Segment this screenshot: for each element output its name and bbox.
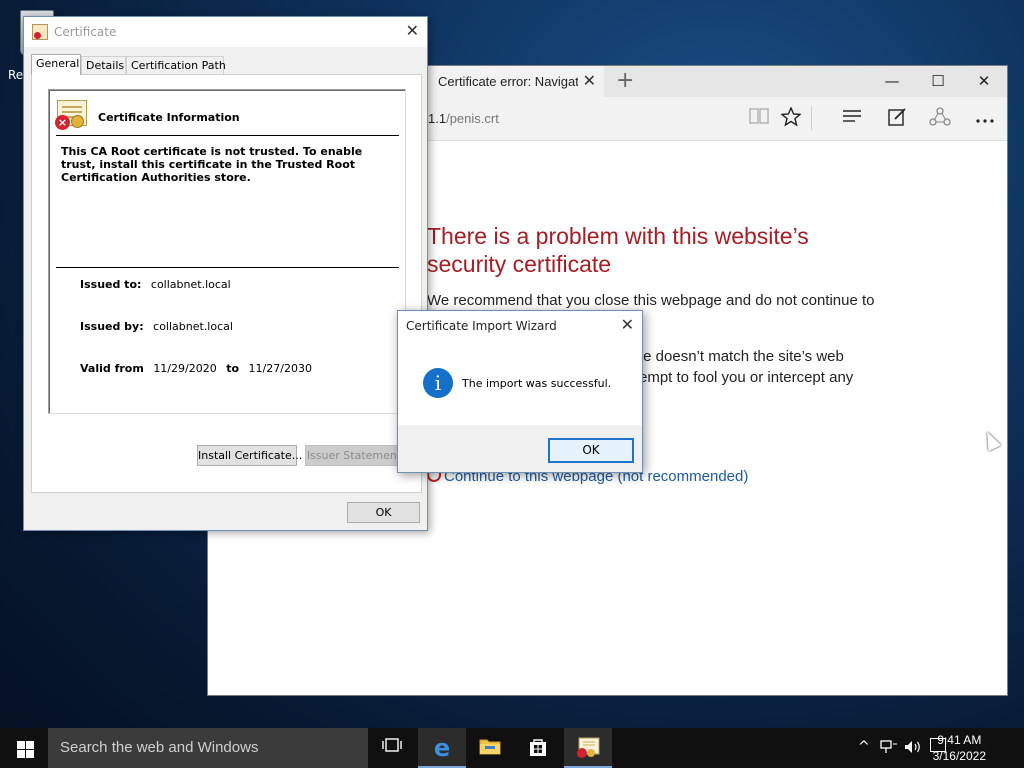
certificate-titlebar: Certificate ✕ <box>24 17 427 47</box>
general-panel: × Certificate Information This CA Root c… <box>31 74 422 493</box>
search-placeholder: Search the web and Windows <box>60 739 259 756</box>
url-field[interactable]: 1.1/penis.crt <box>428 111 499 126</box>
issued-by-value: collabnet.local <box>153 320 233 333</box>
issuer-statement-button[interactable]: Issuer Statement <box>305 445 403 466</box>
start-button[interactable] <box>0 728 48 768</box>
error-paragraph-1: We recommend that you close this webpage… <box>427 292 875 309</box>
search-box[interactable]: Search the web and Windows <box>48 728 368 768</box>
divider <box>56 267 399 268</box>
wizard-message: The import was successful. <box>462 377 612 390</box>
certificate-title: Certificate <box>54 25 117 39</box>
new-tab-button[interactable]: + <box>616 68 634 93</box>
certificate-ok-button[interactable]: OK <box>347 502 420 523</box>
issued-to-row: Issued to: collabnet.local <box>80 278 231 291</box>
taskbar-store[interactable] <box>514 728 562 768</box>
valid-from-value: 11/29/2020 <box>153 362 217 375</box>
valid-to-value: 11/27/2030 <box>248 362 312 375</box>
issued-to-label: Issued to: <box>80 278 142 291</box>
maximize-button[interactable]: ☐ <box>915 66 961 97</box>
taskbar: Search the web and Windows e ^ 9:41 AM 3… <box>0 728 1024 768</box>
reading-view-icon[interactable] <box>747 107 771 131</box>
web-note-icon[interactable] <box>885 107 909 131</box>
trust-warning-text: This CA Root certificate is not trusted.… <box>61 145 363 184</box>
taskbar-edge[interactable]: e <box>418 728 466 768</box>
certificate-dialog: Certificate ✕ General Details Certificat… <box>23 16 428 531</box>
wizard-ok-button[interactable]: OK <box>548 438 634 463</box>
error-paragraph-2b: empt to fool you or intercept any <box>639 369 854 386</box>
valid-from-label: Valid from <box>80 362 144 375</box>
favorites-star-icon[interactable] <box>779 106 803 131</box>
untrusted-certificate-icon: × <box>55 100 87 130</box>
edge-icon: e <box>433 734 451 762</box>
clock-date: 3/16/2022 <box>932 749 986 763</box>
tab-close-icon[interactable]: ✕ <box>583 71 596 90</box>
clock-time: 9:41 AM <box>937 733 982 747</box>
clock[interactable]: 9:41 AM 3/16/2022 <box>933 732 986 764</box>
issued-by-row: Issued by: collabnet.local <box>80 320 233 333</box>
show-hidden-icons-chevron-icon[interactable]: ^ <box>858 739 870 755</box>
url-host: 1.1 <box>428 111 447 126</box>
error-paragraph-2a: te doesn’t match the site’s web <box>639 348 844 365</box>
hub-menu-icon[interactable] <box>840 107 864 131</box>
task-view-icon <box>380 737 404 759</box>
store-icon <box>526 737 550 759</box>
divider <box>56 135 399 136</box>
windows-logo-icon <box>17 741 25 749</box>
taskbar-certificate[interactable] <box>564 728 612 768</box>
tab-details[interactable]: Details <box>81 56 126 75</box>
certificate-close-icon[interactable]: ✕ <box>406 21 419 40</box>
issued-by-label: Issued by: <box>80 320 144 333</box>
task-view-button[interactable] <box>368 728 416 768</box>
network-icon[interactable] <box>880 739 898 759</box>
desktop-icon-label: Re <box>8 68 24 82</box>
tab-general[interactable]: General <box>31 54 81 75</box>
wizard-close-icon[interactable]: ✕ <box>621 315 634 334</box>
tab-certification-path[interactable]: Certification Path <box>126 56 226 75</box>
valid-to-label: to <box>226 362 240 375</box>
error-title: There is a problem with this website’s s… <box>427 223 809 277</box>
information-icon: i <box>423 368 453 398</box>
volume-icon[interactable] <box>904 739 922 759</box>
more-options-icon[interactable] <box>973 107 997 131</box>
import-wizard-dialog: Certificate Import Wizard ✕ i The import… <box>397 310 643 473</box>
wizard-body: i The import was successful. <box>398 341 642 425</box>
certificate-info-heading: Certificate Information <box>98 111 240 124</box>
valid-row: Valid from 11/29/2020 to 11/27/2030 <box>80 362 312 375</box>
issued-to-value: collabnet.local <box>150 278 231 291</box>
minimize-button[interactable]: — <box>869 66 915 97</box>
close-window-button[interactable]: ✕ <box>961 66 1007 97</box>
url-path: /penis.crt <box>446 111 499 126</box>
certificate-icon <box>576 737 600 759</box>
certificate-info-box: × Certificate Information This CA Root c… <box>48 89 406 414</box>
browser-tab[interactable]: Certificate error: Navigat ✕ <box>426 66 604 97</box>
taskbar-file-explorer[interactable] <box>466 728 514 768</box>
install-certificate-button[interactable]: Install Certificate... <box>197 445 302 466</box>
share-icon[interactable] <box>928 107 952 131</box>
folder-icon <box>478 737 502 759</box>
wizard-title: Certificate Import Wizard <box>406 319 557 333</box>
wizard-titlebar: Certificate Import Wizard ✕ <box>398 311 642 341</box>
tab-title: Certificate error: Navigat <box>438 74 578 89</box>
certificate-app-icon <box>32 24 48 40</box>
toolbar-divider <box>811 106 812 130</box>
